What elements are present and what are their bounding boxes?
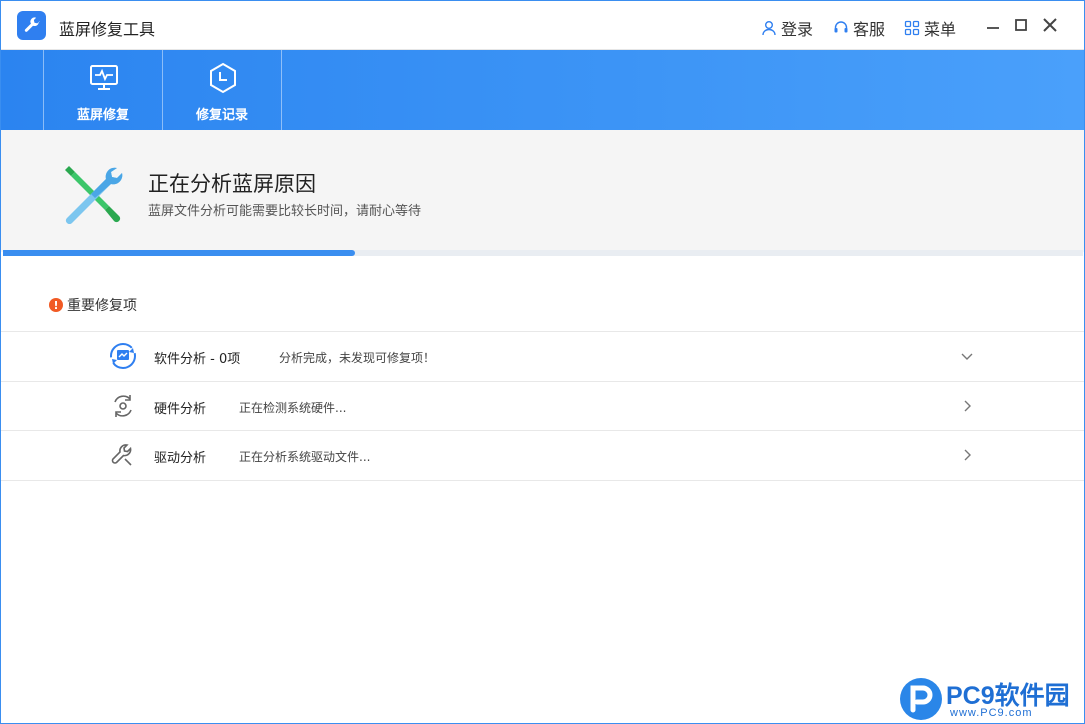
watermark: PC9软件园 www.PC9.com bbox=[898, 676, 1084, 722]
hardware-analysis-name: 硬件分析 bbox=[154, 402, 207, 417]
app-window: 蓝屏修复工具 登录 客服 菜单 蓝屏修复 修复记录 正在分析蓝屏原因 蓝屏文件分… bbox=[0, 0, 1085, 724]
warning-icon: ! bbox=[49, 298, 63, 312]
hardware-analysis-row[interactable]: 硬件分析 正在检测系统硬件... bbox=[1, 381, 1084, 431]
analysis-progress-bar bbox=[3, 250, 1083, 256]
user-icon bbox=[762, 21, 776, 36]
driver-analysis-desc: 正在分析系统驱动文件... bbox=[239, 450, 371, 464]
menu-button[interactable]: 菜单 bbox=[904, 16, 956, 40]
menu-label: 菜单 bbox=[924, 20, 957, 39]
close-icon bbox=[1043, 18, 1057, 32]
tab-bluescreen-repair[interactable]: 蓝屏修复 bbox=[43, 50, 162, 130]
status-title: 正在分析蓝屏原因 bbox=[148, 172, 316, 196]
driver-analysis-name: 驱动分析 bbox=[154, 451, 207, 466]
close-button[interactable] bbox=[1038, 13, 1062, 37]
nav-bar: 蓝屏修复 修复记录 bbox=[1, 50, 1084, 130]
login-label: 登录 bbox=[781, 20, 814, 39]
login-button[interactable]: 登录 bbox=[761, 16, 813, 40]
software-analysis-row[interactable]: 软件分析 - 0项 分析完成，未发现可修复项！ bbox=[1, 331, 1084, 381]
history-clock-icon bbox=[210, 62, 236, 94]
analysis-status-panel: 正在分析蓝屏原因 蓝屏文件分析可能需要比较长时间，请耐心等待 bbox=[1, 130, 1084, 252]
support-button[interactable]: 客服 bbox=[833, 16, 885, 40]
maximize-button[interactable] bbox=[1009, 13, 1033, 37]
driver-analysis-row[interactable]: 驱动分析 正在分析系统驱动文件... bbox=[1, 430, 1084, 481]
chevron-right-icon bbox=[964, 449, 971, 461]
tab-repair-history[interactable]: 修复记录 bbox=[162, 50, 282, 130]
watermark-url: www.PC9.com bbox=[950, 707, 1033, 719]
minimize-icon bbox=[987, 27, 999, 29]
title-bar: 蓝屏修复工具 登录 客服 菜单 bbox=[1, 1, 1084, 50]
app-title: 蓝屏修复工具 bbox=[59, 20, 156, 39]
tab-bluescreen-repair-label: 蓝屏修复 bbox=[76, 108, 129, 123]
software-analysis-desc: 分析完成，未发现可修复项！ bbox=[279, 351, 436, 365]
tab-repair-history-label: 修复记录 bbox=[195, 108, 248, 123]
hardware-analysis-icon bbox=[114, 395, 132, 417]
chevron-down-icon bbox=[961, 353, 973, 360]
hardware-analysis-desc: 正在检测系统硬件... bbox=[239, 401, 347, 415]
status-subtitle: 蓝屏文件分析可能需要比较长时间，请耐心等待 bbox=[148, 204, 422, 219]
app-logo-wrench-icon bbox=[17, 11, 46, 40]
menu-grid-icon bbox=[904, 20, 920, 36]
maximize-icon bbox=[1015, 19, 1027, 31]
software-analysis-icon bbox=[110, 343, 136, 369]
monitor-pulse-icon bbox=[90, 65, 118, 90]
driver-wrench-icon bbox=[111, 444, 132, 466]
minimize-button[interactable] bbox=[981, 13, 1005, 37]
analysis-progress-fill bbox=[3, 250, 356, 256]
chevron-right-icon bbox=[964, 400, 971, 412]
tools-icon bbox=[65, 166, 123, 224]
headset-icon bbox=[834, 21, 848, 33]
section-title: ! 重要修复项 bbox=[49, 295, 137, 315]
support-label: 客服 bbox=[853, 20, 886, 39]
section-title-text: 重要修复项 bbox=[67, 298, 137, 314]
watermark-logo-icon bbox=[900, 678, 942, 720]
software-analysis-name: 软件分析 - 0项 bbox=[154, 352, 241, 367]
